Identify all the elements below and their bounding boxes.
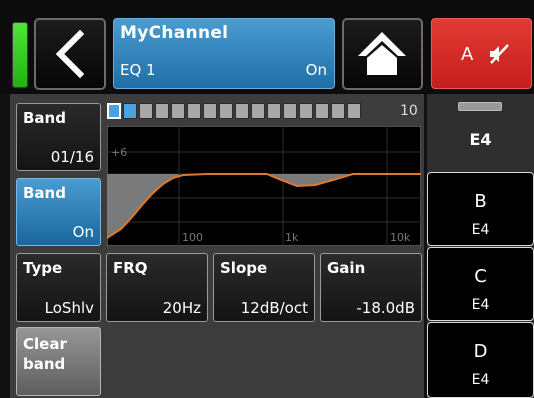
slot-a-indicator: [458, 102, 502, 111]
channel-state: On: [305, 61, 327, 79]
slot-c-label: E4: [471, 297, 490, 313]
band-select-button[interactable]: Band 01/16: [16, 103, 101, 171]
slot-b-letter: B: [474, 191, 487, 212]
level-meter: [12, 22, 28, 88]
mute-group-label: A: [461, 44, 474, 65]
frq-value: 20Hz: [162, 299, 201, 317]
band-strip-segment[interactable]: [251, 103, 265, 119]
gain-value: -18.0dB: [356, 299, 415, 317]
channel-sub-label: EQ 1: [120, 61, 156, 79]
slope-value: 12dB/oct: [240, 299, 308, 317]
band-on-toggle[interactable]: Band On: [16, 178, 101, 246]
frq-label: FRQ: [113, 259, 148, 277]
clear-band-line1: Clear: [23, 335, 67, 353]
channel-name: MyChannel: [120, 23, 229, 43]
band-strip-segment[interactable]: [235, 103, 249, 119]
chevron-left-icon: [55, 29, 85, 79]
band-strip-segment[interactable]: [171, 103, 185, 119]
band-strip-segment[interactable]: [107, 103, 121, 119]
eq-slot-b[interactable]: B E4: [427, 172, 534, 246]
slope-label: Slope: [220, 259, 268, 277]
clear-band-line2: band: [23, 355, 66, 373]
graph-x-label-10k: 10k: [390, 231, 411, 244]
clear-band-label: Clear band: [23, 334, 67, 374]
graph-x-label-100: 100: [182, 231, 203, 244]
eq-curve-graph[interactable]: +6 100 1k 10k: [107, 126, 421, 246]
band-strip-segment[interactable]: [139, 103, 153, 119]
band-strip-segment[interactable]: [203, 103, 217, 119]
band-select-value: 01/16: [50, 148, 94, 166]
band-on-label: Band: [23, 184, 66, 202]
slot-c-letter: C: [474, 266, 487, 287]
band-strip-segment[interactable]: [219, 103, 233, 119]
slope-button[interactable]: Slope 12dB/oct: [213, 253, 315, 322]
slot-d-label: E4: [471, 372, 490, 388]
slot-b-label: E4: [471, 222, 490, 238]
speaker-muted-icon: [490, 44, 509, 64]
eq-slot-c[interactable]: C E4: [427, 247, 534, 321]
band-strip-segment[interactable]: [123, 103, 137, 119]
band-on-value: On: [72, 223, 94, 241]
band-strip[interactable]: [107, 103, 402, 121]
type-label: Type: [23, 259, 63, 277]
type-value: LoShlv: [44, 299, 94, 317]
home-button[interactable]: [342, 18, 423, 90]
gain-button[interactable]: Gain -18.0dB: [320, 253, 422, 322]
slot-a-label: E4: [469, 130, 492, 149]
band-strip-segment[interactable]: [187, 103, 201, 119]
clear-band-button[interactable]: Clear band: [16, 327, 101, 396]
band-strip-segment[interactable]: [331, 103, 345, 119]
band-strip-segment[interactable]: [283, 103, 297, 119]
band-strip-segment[interactable]: [299, 103, 313, 119]
band-strip-count: 10: [400, 103, 418, 119]
graph-y-label: +6: [111, 146, 127, 159]
band-strip-segment[interactable]: [155, 103, 169, 119]
band-strip-segment[interactable]: [347, 103, 361, 119]
frq-button[interactable]: FRQ 20Hz: [106, 253, 208, 322]
gain-label: Gain: [327, 259, 366, 277]
graph-x-label-1k: 1k: [285, 231, 299, 244]
mute-button[interactable]: A: [431, 18, 532, 89]
slot-d-letter: D: [473, 341, 488, 362]
type-button[interactable]: Type LoShlv: [16, 253, 101, 322]
band-strip-segment[interactable]: [267, 103, 281, 119]
eq-slot-d[interactable]: D E4: [427, 322, 534, 398]
band-strip-segment[interactable]: [315, 103, 329, 119]
home-icon: [358, 32, 406, 75]
channel-info-button[interactable]: MyChannel EQ 1 On: [113, 18, 335, 89]
back-button[interactable]: [34, 18, 106, 90]
band-select-label: Band: [23, 109, 66, 127]
